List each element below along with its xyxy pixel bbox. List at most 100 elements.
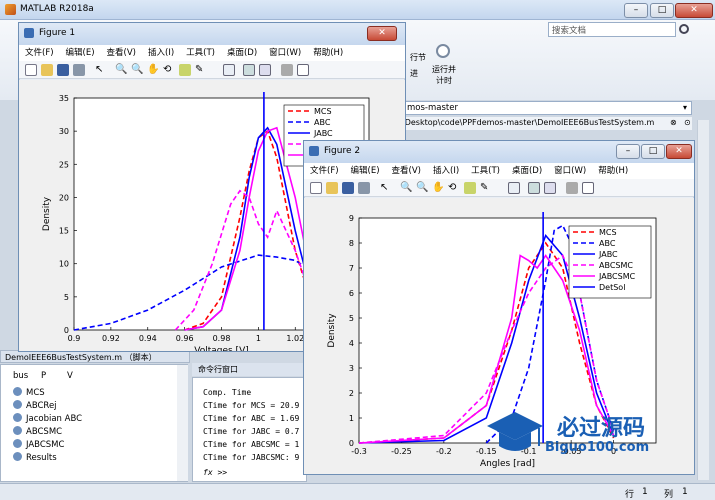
list-item[interactable]: JABCSMC <box>13 439 64 452</box>
new-figure-icon[interactable] <box>25 64 37 76</box>
open-file-icon[interactable] <box>41 64 53 76</box>
colorbar-icon[interactable] <box>243 64 255 76</box>
pointer-icon[interactable]: ↖ <box>95 64 107 76</box>
ribbon-run-section-label[interactable]: 行节 <box>410 52 426 63</box>
y-axis-label: Density <box>327 313 337 348</box>
menu-help[interactable]: 帮助(H) <box>592 163 634 179</box>
y-axis-label: Density <box>42 196 52 231</box>
right-scrollbar[interactable] <box>697 120 709 480</box>
figure-2-maximize-button[interactable]: □ <box>641 144 665 159</box>
x-tick-label: 0.94 <box>139 334 157 343</box>
hide-tools-icon[interactable] <box>566 182 578 194</box>
menu-edit[interactable]: 编辑(E) <box>345 163 386 179</box>
brush-icon[interactable]: ✎ <box>480 182 492 194</box>
list-item[interactable]: ABCRej <box>13 400 57 413</box>
run-and-time-icon[interactable] <box>436 44 450 58</box>
variable-icon <box>13 387 22 396</box>
y-tick-label: 30 <box>59 127 69 136</box>
save-icon[interactable] <box>342 182 354 194</box>
ribbon-advance-label[interactable]: 进 <box>410 68 418 79</box>
minimize-button[interactable]: – <box>624 3 648 18</box>
list-item[interactable]: Results <box>13 452 57 465</box>
menu-window[interactable]: 窗口(W) <box>263 45 307 61</box>
data-cursor-icon[interactable] <box>179 64 191 76</box>
editor-close-icon[interactable]: ⊗ <box>670 118 677 127</box>
menu-file[interactable]: 文件(F) <box>304 163 345 179</box>
menu-view[interactable]: 查看(V) <box>101 45 142 61</box>
open-file-icon[interactable] <box>326 182 338 194</box>
zoom-out-icon[interactable]: 🔍 <box>416 182 428 194</box>
x-tick-label: -0.3 <box>351 447 367 456</box>
menu-insert[interactable]: 插入(I) <box>427 163 465 179</box>
menu-view[interactable]: 查看(V) <box>386 163 427 179</box>
current-folder-path[interactable]: mos-master <box>407 103 458 113</box>
run-and-time-label[interactable]: 运行并 <box>432 64 456 75</box>
legend-icon[interactable] <box>259 64 271 76</box>
figure-1-titlebar[interactable]: Figure 1 ✕ <box>19 23 405 45</box>
list-item[interactable]: ABCSMC <box>13 426 62 439</box>
menu-edit[interactable]: 编辑(E) <box>60 45 101 61</box>
legend-entry: JABCSMC <box>598 272 636 281</box>
menu-help[interactable]: 帮助(H) <box>307 45 349 61</box>
zoom-in-icon[interactable]: 🔍 <box>115 64 127 76</box>
menu-window[interactable]: 窗口(W) <box>548 163 592 179</box>
print-icon[interactable] <box>358 182 370 194</box>
workspace-scrollbar[interactable] <box>177 365 188 481</box>
figure-2-minimize-button[interactable]: – <box>616 144 640 159</box>
x-axis-label: Voltages [V] <box>194 346 249 351</box>
run-and-time-label-2[interactable]: 计时 <box>436 75 452 86</box>
figure-2-titlebar[interactable]: Figure 2 – □ ✕ <box>304 141 694 163</box>
hide-tools-icon[interactable] <box>281 64 293 76</box>
search-box[interactable]: 搜索文档 <box>548 22 676 37</box>
show-tools-icon[interactable] <box>297 64 309 76</box>
variable-icon <box>13 426 22 435</box>
menu-desktop[interactable]: 桌面(D) <box>506 163 548 179</box>
colorbar-icon[interactable] <box>528 182 540 194</box>
folder-dropdown-icon[interactable]: ▾ <box>683 103 687 112</box>
print-icon[interactable] <box>73 64 85 76</box>
new-figure-icon[interactable] <box>310 182 322 194</box>
save-icon[interactable] <box>57 64 69 76</box>
search-icon[interactable] <box>679 24 689 34</box>
pan-icon[interactable]: ✋ <box>432 182 444 194</box>
menu-insert[interactable]: 插入(I) <box>142 45 180 61</box>
list-item[interactable]: Jacobian ABC <box>13 413 82 426</box>
legend-icon[interactable] <box>544 182 556 194</box>
menu-tools[interactable]: 工具(T) <box>180 45 221 61</box>
x-tick-label: 1 <box>256 334 261 343</box>
brush-icon[interactable]: ✎ <box>195 64 207 76</box>
zoom-out-icon[interactable]: 🔍 <box>131 64 143 76</box>
y-tick-label: 5 <box>349 314 354 323</box>
y-tick-label: 7 <box>349 264 354 273</box>
menu-file[interactable]: 文件(F) <box>19 45 60 61</box>
link-icon[interactable] <box>508 182 520 194</box>
link-icon[interactable] <box>223 64 235 76</box>
zoom-in-icon[interactable]: 🔍 <box>400 182 412 194</box>
figure-1-close-button[interactable]: ✕ <box>367 26 397 41</box>
graduation-cap-icon <box>487 412 543 451</box>
y-tick-label: 0 <box>64 326 69 335</box>
show-tools-icon[interactable] <box>582 182 594 194</box>
rotate-icon[interactable]: ⟲ <box>448 182 460 194</box>
rotate-icon[interactable]: ⟲ <box>163 64 175 76</box>
command-window[interactable]: Comp. Time CTime for MCS = 20.9 CTime fo… <box>192 377 307 482</box>
list-item[interactable]: MCS <box>13 387 45 400</box>
command-output-line: CTime for ABC = 1.69 <box>203 414 300 423</box>
maximize-button[interactable]: □ <box>650 3 674 18</box>
data-cursor-icon[interactable] <box>464 182 476 194</box>
close-button[interactable]: ✕ <box>675 3 713 18</box>
search-input[interactable]: 搜索文档 <box>552 24 586 36</box>
x-tick-label: 0.96 <box>176 334 194 343</box>
figure-2-title: Figure 2 <box>324 146 361 156</box>
command-prompt[interactable]: fx >> <box>203 466 227 479</box>
variable-icon <box>13 413 22 422</box>
pan-icon[interactable]: ✋ <box>147 64 159 76</box>
menu-tools[interactable]: 工具(T) <box>465 163 506 179</box>
command-window-header: 命令行窗口 <box>192 363 307 376</box>
current-folder-bar[interactable]: mos-master <box>400 101 692 115</box>
editor-expand-icon[interactable]: ⊙ <box>684 118 691 127</box>
figure-2-close-button[interactable]: ✕ <box>666 144 692 159</box>
figure-1-toolbar: ↖ 🔍 🔍 ✋ ⟲ ✎ <box>19 61 405 79</box>
pointer-icon[interactable]: ↖ <box>380 182 392 194</box>
menu-desktop[interactable]: 桌面(D) <box>221 45 263 61</box>
